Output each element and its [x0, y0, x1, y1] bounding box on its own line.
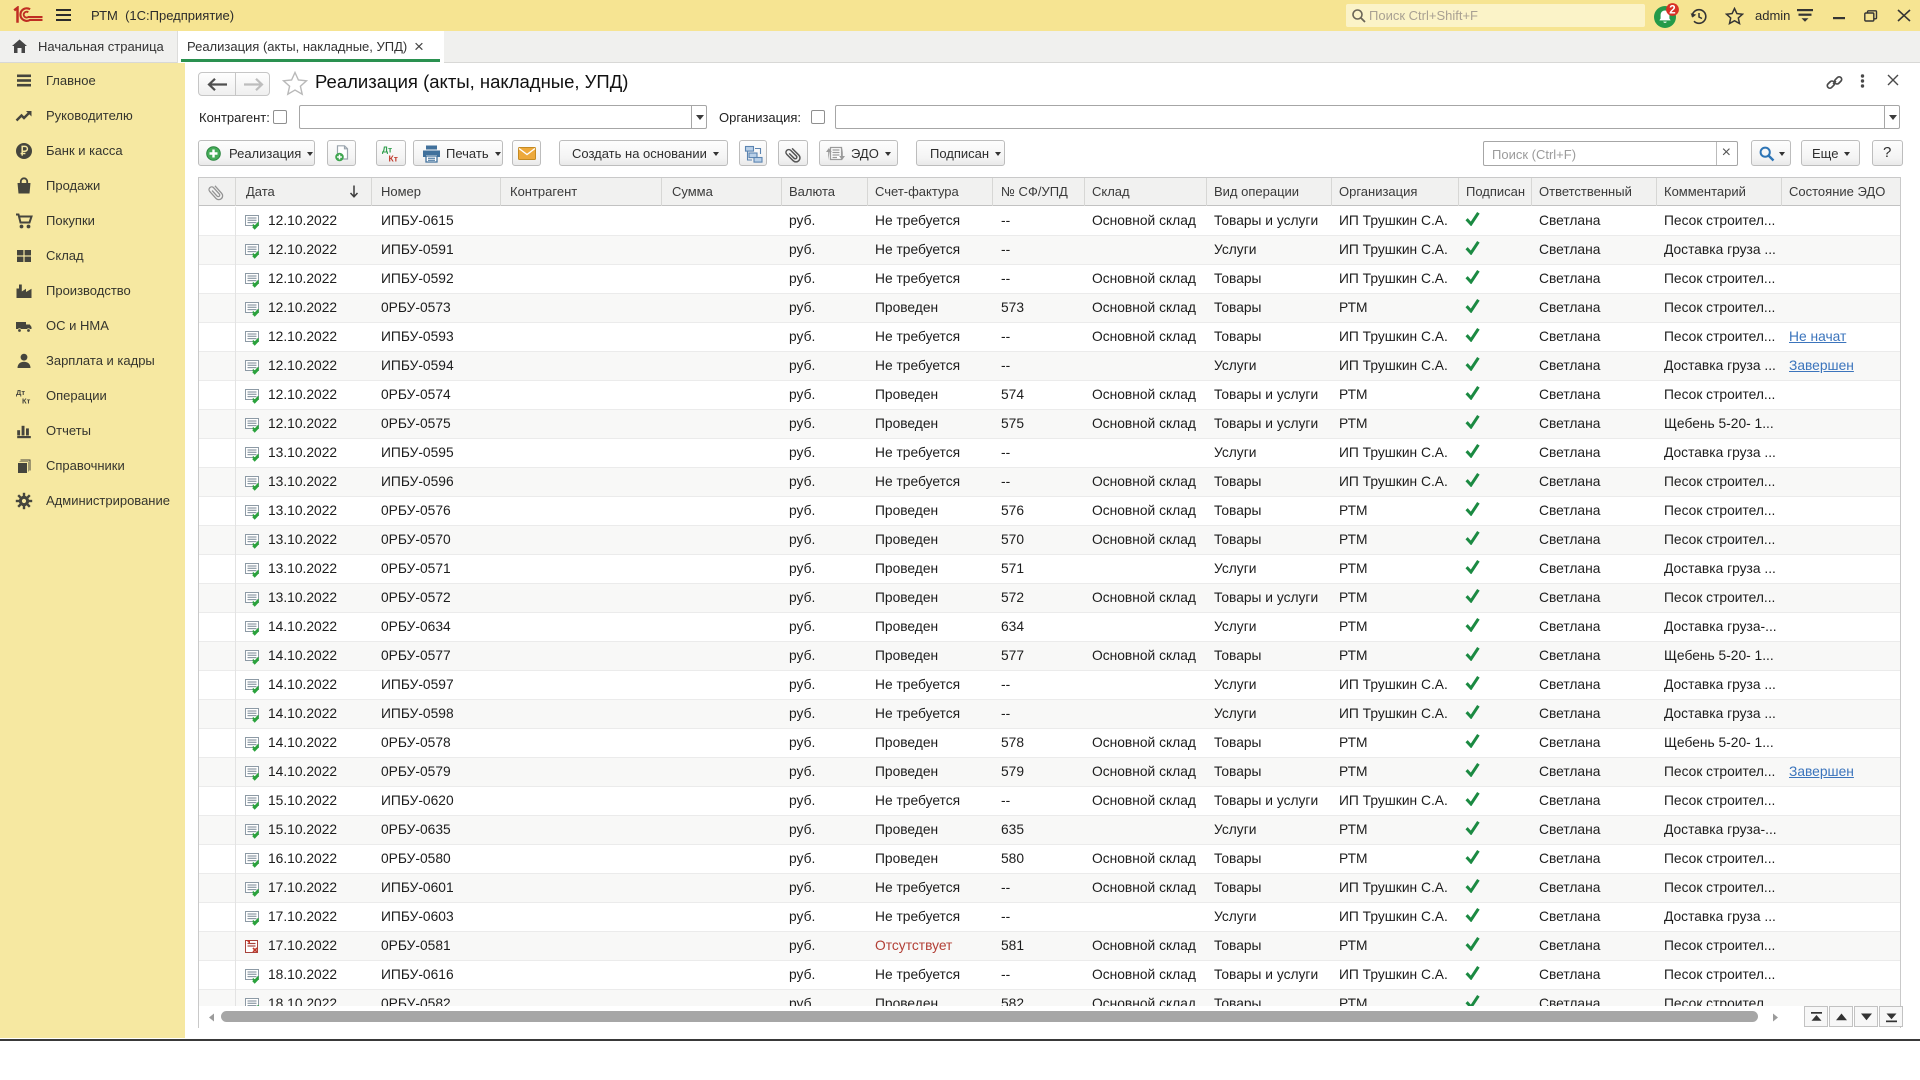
- svg-text:2: 2: [1669, 5, 1675, 17]
- svg-text:Кт: Кт: [22, 397, 31, 406]
- svg-text:Кт: Кт: [389, 154, 398, 164]
